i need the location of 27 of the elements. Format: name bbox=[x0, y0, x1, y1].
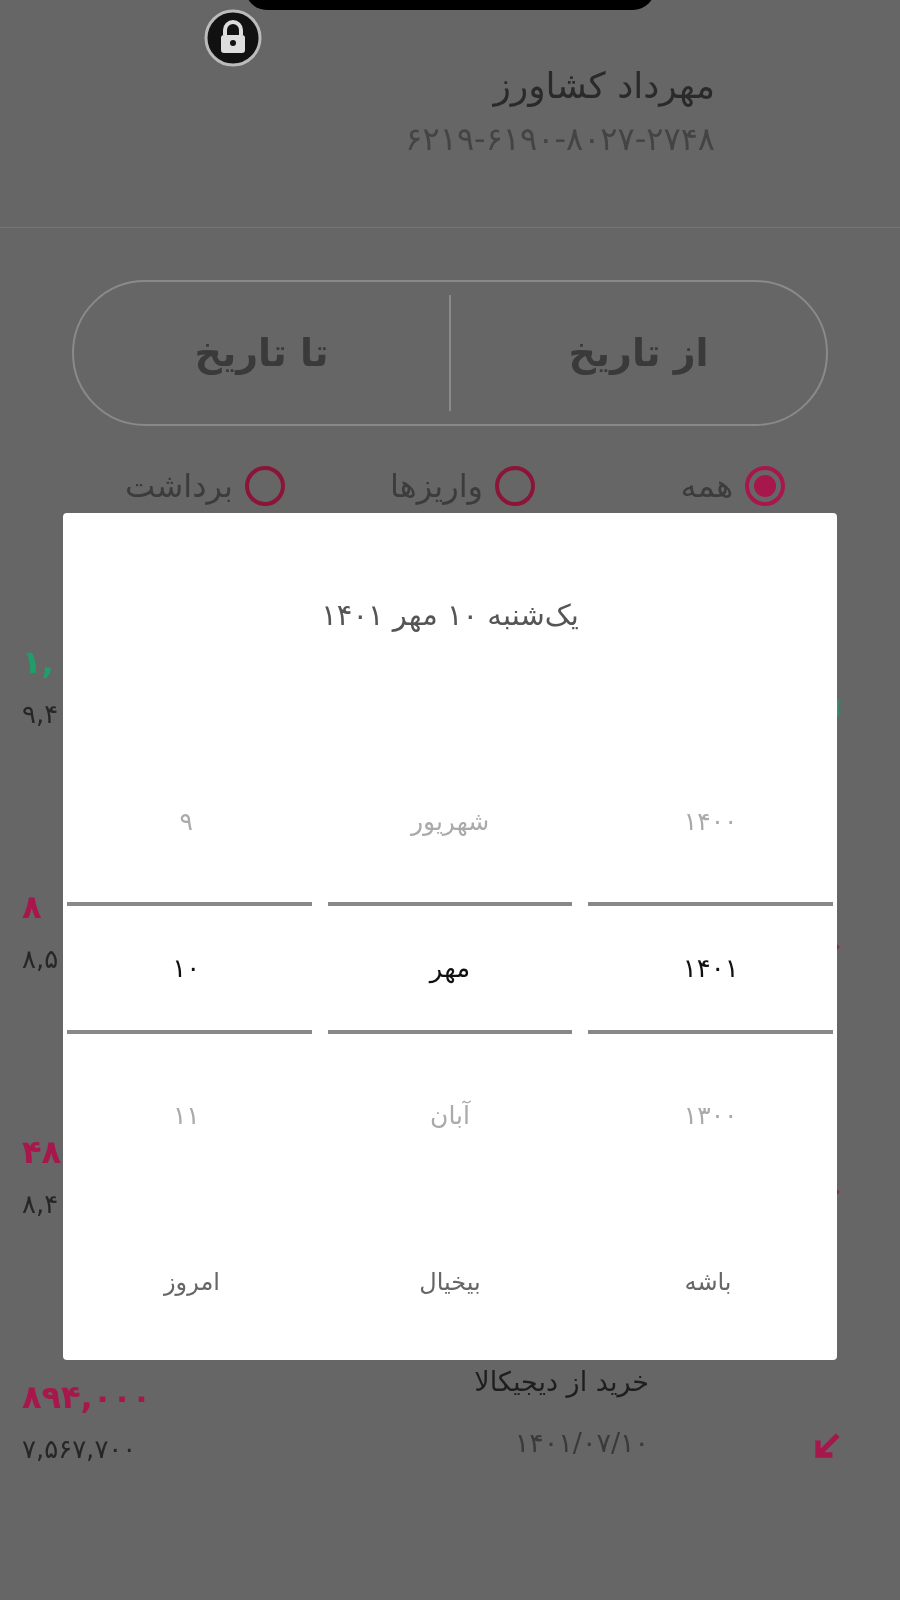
transaction-title: خرید از دیجیکالا bbox=[473, 1366, 650, 1397]
balance-amount: ۸,۴ bbox=[22, 1189, 60, 1219]
balance-amount: ۷,۵۶۷,۷۰۰ bbox=[22, 1434, 138, 1464]
radio-button[interactable] bbox=[495, 466, 535, 506]
transaction-amount: ۸ bbox=[22, 888, 43, 926]
balance-amount: ۸,۵ bbox=[22, 944, 59, 974]
balance-amount: ۹,۴ bbox=[22, 699, 59, 729]
picker-option[interactable]: مهر bbox=[429, 953, 471, 983]
picker-option[interactable]: ۹ bbox=[179, 806, 200, 836]
picker-option[interactable]: آبان bbox=[430, 1100, 470, 1130]
picker-option[interactable]: ۱۱ bbox=[172, 1100, 206, 1130]
radio-button[interactable] bbox=[745, 466, 785, 506]
dialog-title: یک‌شنبه ۱۰ مهر ۱۴۰۱ bbox=[321, 597, 579, 634]
transaction-amount: ۴۸ bbox=[22, 1133, 62, 1171]
picker-option[interactable]: ۱۰ bbox=[172, 953, 207, 983]
picker-option[interactable]: ۱۴۰۰ bbox=[683, 806, 738, 836]
radio-button[interactable] bbox=[245, 466, 285, 506]
picker-option[interactable]: ۱۴۰۱ bbox=[682, 953, 739, 983]
account-name: مهرداد کشاورز bbox=[491, 64, 715, 109]
lock-icon[interactable] bbox=[203, 8, 263, 68]
transaction-amount: ۱, bbox=[22, 643, 55, 681]
dialog-button[interactable]: امروز bbox=[148, 1258, 236, 1306]
dialog-button[interactable]: بیخیال bbox=[403, 1258, 497, 1306]
picker-option[interactable]: ۱۳۰۰ bbox=[683, 1100, 738, 1130]
transaction-amount: ۸۹۴,۰۰۰ bbox=[22, 1378, 152, 1416]
dialog-button[interactable]: باشه bbox=[668, 1258, 748, 1306]
picker-option[interactable]: شهریور bbox=[410, 806, 490, 836]
